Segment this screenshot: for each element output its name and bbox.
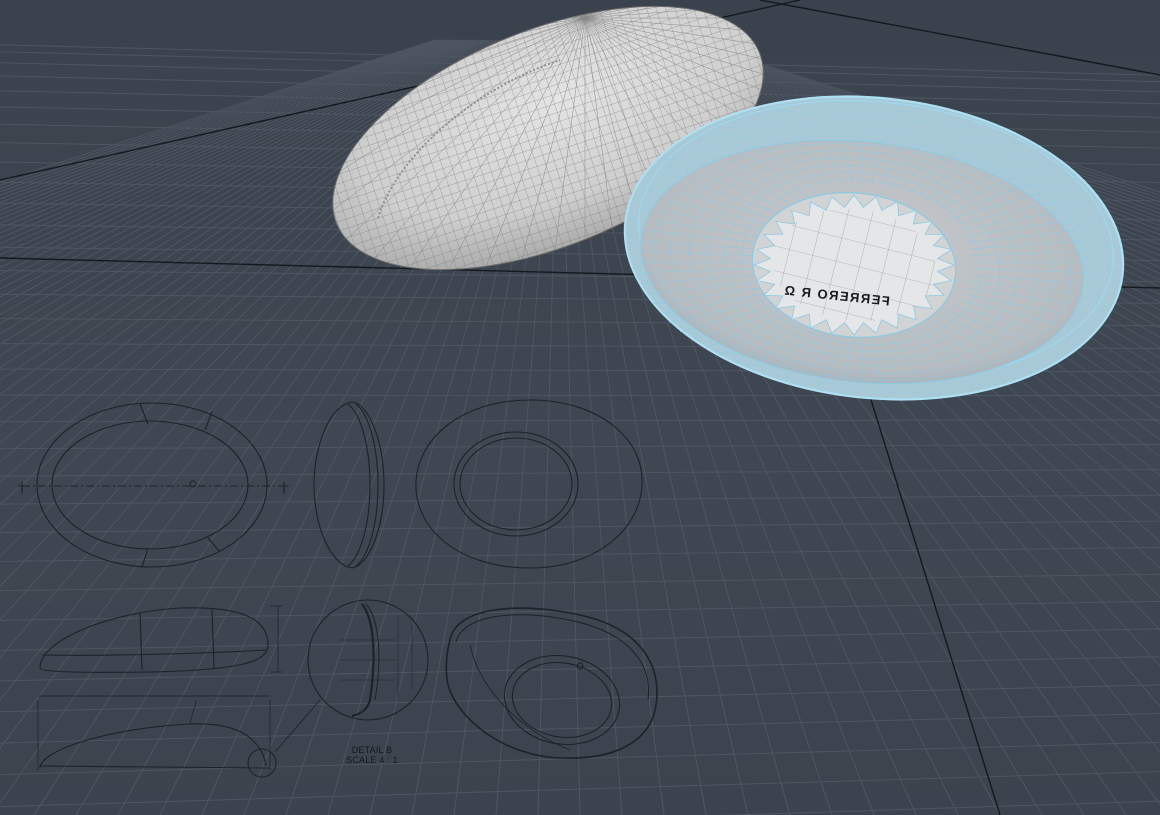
detail-b-scale: SCALE 4 : 1 <box>346 755 398 765</box>
drawing-bottom-view <box>415 399 643 569</box>
viewport-scene[interactable]: FERRERO R Ω <box>0 0 1160 815</box>
technical-drawing <box>18 399 658 778</box>
3d-viewport[interactable]: FERRERO R Ω DETAIL B SCALE 4 : 1 <box>0 0 1160 815</box>
detail-b-caption: DETAIL B SCALE 4 : 1 <box>322 745 422 765</box>
detail-b-title: DETAIL B <box>351 745 393 755</box>
drawing-section-view <box>37 695 321 778</box>
